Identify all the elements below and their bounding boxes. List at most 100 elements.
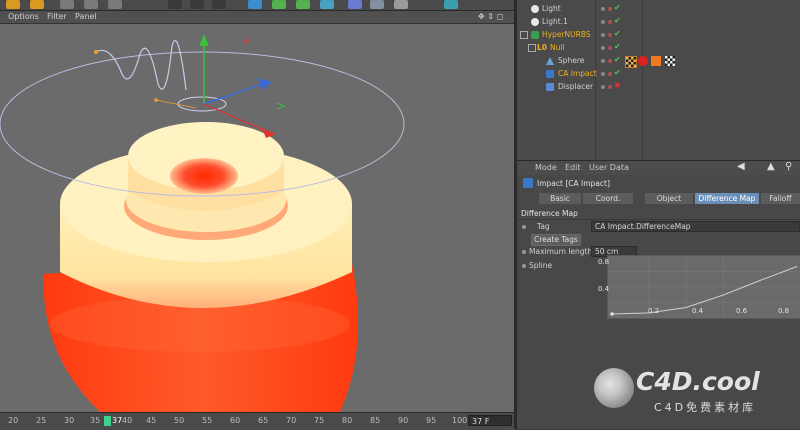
- timeline-tick: 40: [122, 416, 133, 425]
- enabled-check-icon[interactable]: ✔: [614, 16, 621, 25]
- x-axis-icon[interactable]: [60, 0, 74, 9]
- enabled-check-icon[interactable]: ✔: [614, 29, 621, 38]
- cube-icon[interactable]: [248, 0, 262, 9]
- render-dot[interactable]: [608, 46, 612, 50]
- tab-object[interactable]: Object: [645, 193, 693, 204]
- scale-tool-icon[interactable]: [30, 0, 44, 9]
- up-arrow-icon[interactable]: ▲: [767, 161, 775, 172]
- object-row-light[interactable]: Light ✔: [517, 3, 800, 16]
- enabled-check-icon[interactable]: ✔: [614, 55, 621, 64]
- expand-minus-icon[interactable]: [528, 44, 536, 52]
- nurbs-icon[interactable]: [272, 0, 286, 9]
- move-tool-icon[interactable]: [6, 0, 20, 9]
- z-axis-icon[interactable]: [108, 0, 122, 9]
- tab-basic[interactable]: Basic: [539, 193, 581, 204]
- visibility-dot[interactable]: [601, 85, 605, 89]
- graph-x-label: 0.8: [778, 307, 790, 315]
- object-row-light-1[interactable]: Light.1 ✔: [517, 16, 800, 29]
- 3d-viewport[interactable]: > +: [0, 24, 514, 412]
- visibility-dot[interactable]: [601, 46, 605, 50]
- object-name: Light.1: [542, 17, 568, 26]
- light-icon: [531, 18, 539, 26]
- array-icon[interactable]: [296, 0, 310, 9]
- render-dot[interactable]: [608, 33, 612, 37]
- enabled-check-icon[interactable]: ✔: [614, 68, 621, 77]
- visibility-dot[interactable]: [601, 7, 605, 11]
- tab-coord[interactable]: Coord.: [583, 193, 633, 204]
- material-tag-orange-icon[interactable]: [651, 56, 661, 66]
- tag-anim-dot[interactable]: [522, 225, 526, 229]
- object-row-null[interactable]: L0 Null ✔: [517, 42, 800, 55]
- watermark-title: C4D.cool: [636, 367, 760, 396]
- sphere-icon: [546, 57, 554, 65]
- displacer-icon: [546, 83, 554, 91]
- disabled-cross-icon[interactable]: ✖: [614, 81, 621, 90]
- tag-field[interactable]: CA Impact.DifferenceMap: [591, 221, 800, 232]
- object-name: Sphere: [558, 56, 585, 65]
- timeline-tick: 45: [146, 416, 157, 425]
- material-tag-red-icon[interactable]: [638, 56, 648, 66]
- timeline[interactable]: 20 25 30 35 37 40 45 50 55 60 65 70 75 8…: [0, 412, 516, 430]
- visibility-dot[interactable]: [601, 20, 605, 24]
- timeline-tick: 60: [230, 416, 241, 425]
- scene-icon[interactable]: [348, 0, 362, 9]
- attr-menu-user-data[interactable]: User Data: [589, 163, 629, 172]
- visibility-dot[interactable]: [601, 72, 605, 76]
- render-dot[interactable]: [608, 85, 612, 89]
- search-icon[interactable]: ⚲: [785, 161, 792, 172]
- material-tag-checker-2-icon[interactable]: [665, 56, 675, 66]
- graph-y-label: 0.4: [598, 285, 610, 293]
- section-divider: [517, 219, 800, 220]
- spline-anim-dot[interactable]: [522, 264, 526, 268]
- viewport-menu-filter[interactable]: Filter: [47, 12, 67, 21]
- render-dot[interactable]: [608, 7, 612, 11]
- timeline-tick: 65: [258, 416, 269, 425]
- light-tool-icon[interactable]: [394, 0, 408, 9]
- y-axis-icon[interactable]: [84, 0, 98, 9]
- deformer-icon[interactable]: [320, 0, 334, 9]
- render-picture-icon[interactable]: [190, 0, 204, 9]
- viewport-menu-panel[interactable]: Panel: [75, 12, 97, 21]
- object-manager: Light ✔ Light.1 ✔ HyperNURBS ✔ L0 Null ✔…: [517, 0, 800, 160]
- watermark-subtitle: C4D免费素材库: [654, 401, 757, 414]
- timeline-tick: 35: [90, 416, 101, 425]
- object-row-hypernurbs[interactable]: HyperNURBS ✔: [517, 29, 800, 42]
- timeline-tick: 70: [286, 416, 297, 425]
- spline-graph-svg: [608, 256, 800, 318]
- attr-menu-edit[interactable]: Edit: [565, 163, 581, 172]
- create-tags-button[interactable]: Create Tags: [531, 234, 581, 246]
- object-row-sphere[interactable]: Sphere ✔: [517, 55, 800, 68]
- object-name: Null: [550, 43, 565, 52]
- attr-title: Impact [CA Impact]: [537, 179, 610, 188]
- render-view-icon[interactable]: [168, 0, 182, 9]
- render-dot[interactable]: [608, 59, 612, 63]
- current-frame-field[interactable]: 37 F: [468, 415, 512, 426]
- enabled-check-icon[interactable]: ✔: [614, 42, 621, 51]
- object-row-displacer[interactable]: Displacer ✖: [517, 81, 800, 94]
- timeline-tick: 50: [174, 416, 185, 425]
- python-icon[interactable]: [444, 0, 458, 9]
- expand-minus-icon[interactable]: [520, 31, 528, 39]
- max-length-anim-dot[interactable]: [522, 250, 526, 254]
- viewport-menu-options[interactable]: Options: [8, 12, 39, 21]
- visibility-dot[interactable]: [601, 33, 605, 37]
- timeline-tick: 20: [8, 416, 19, 425]
- back-arrow-icon[interactable]: ◀: [737, 161, 745, 172]
- render-dot[interactable]: [608, 20, 612, 24]
- render-dot[interactable]: [608, 72, 612, 76]
- attr-menu-mode[interactable]: Mode: [535, 163, 557, 172]
- render-settings-icon[interactable]: [212, 0, 226, 9]
- spline-graph[interactable]: 0.8 0.4 0.2 0.4 0.6 0.8: [598, 255, 800, 319]
- object-row-ca-impact[interactable]: CA Impact ✔: [517, 68, 800, 81]
- visibility-dot[interactable]: [601, 59, 605, 63]
- viewport-nav-icons[interactable]: ✥ ⇕ ◻: [478, 12, 503, 21]
- material-tag-checker-icon[interactable]: [625, 56, 637, 68]
- tab-difference-map[interactable]: Difference Map: [695, 193, 759, 204]
- tab-falloff[interactable]: Falloff: [761, 193, 800, 204]
- timeline-playhead[interactable]: [104, 416, 111, 426]
- camera-icon[interactable]: [370, 0, 384, 9]
- axis-label-x: >: [276, 99, 286, 113]
- timeline-tick: 100: [452, 416, 468, 425]
- enabled-check-icon[interactable]: ✔: [614, 3, 621, 12]
- section-heading: Difference Map: [521, 209, 578, 218]
